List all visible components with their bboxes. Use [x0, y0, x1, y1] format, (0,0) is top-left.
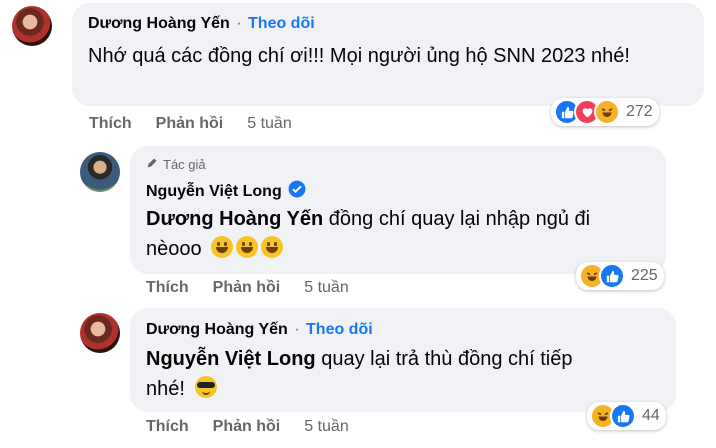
- grinning-emoji-icon: [261, 236, 284, 258]
- like-reaction-icon: [599, 263, 625, 289]
- avatar[interactable]: [80, 152, 120, 192]
- comment-text: Nhớ quá các đồng chí ơi!!! Mọi người ủng…: [88, 45, 630, 67]
- comment-bubble: Tác giả Nguyễn Việt Long Dương Hoàng Yến…: [130, 146, 666, 274]
- comment-actions: Thích Phản hồi 5 tuần: [146, 418, 349, 436]
- comment-bubble: Dương Hoàng Yến · Theo dõi Nhớ quá các đ…: [72, 3, 704, 106]
- separator: ·: [236, 15, 242, 32]
- reaction-count: 225: [631, 267, 658, 284]
- pencil-icon: [146, 156, 159, 172]
- reply-button[interactable]: Phản hồi: [213, 418, 281, 436]
- comment-text: quay lại trả thù đồng chí tiếp: [321, 348, 573, 370]
- like-button[interactable]: Thích: [146, 279, 189, 297]
- comment-actions: Thích Phản hồi 5 tuần: [89, 115, 292, 133]
- comment-timestamp[interactable]: 5 tuần: [247, 115, 291, 133]
- comment-bubble: Dương Hoàng Yến · Theo dõi Nguyễn Việt L…: [130, 308, 676, 412]
- sunglasses-emoji-icon: [194, 376, 217, 398]
- like-button[interactable]: Thích: [146, 418, 189, 436]
- separator: ·: [294, 321, 300, 338]
- reaction-summary[interactable]: 225: [576, 262, 664, 290]
- like-button[interactable]: Thích: [89, 115, 132, 133]
- verified-badge-icon: [288, 180, 306, 203]
- comment-timestamp[interactable]: 5 tuần: [304, 418, 348, 436]
- grinning-emoji-icon: [211, 236, 234, 258]
- reply-button[interactable]: Phản hồi: [156, 115, 224, 133]
- follow-link[interactable]: Theo dõi: [248, 15, 315, 32]
- comment-text: đồng chí quay lại nhập ngủ đi: [328, 208, 591, 230]
- comment-text-continued: nhé!: [146, 378, 185, 400]
- comment-text-continued: nèooo: [146, 238, 202, 260]
- author-tag: Tác giả: [163, 156, 206, 172]
- mention-link[interactable]: Dương Hoàng Yến: [146, 208, 323, 230]
- avatar[interactable]: [12, 6, 52, 46]
- haha-reaction-icon: [594, 99, 620, 125]
- reaction-summary[interactable]: 44: [587, 402, 666, 430]
- comment-timestamp[interactable]: 5 tuần: [304, 279, 348, 297]
- reaction-count: 44: [642, 407, 660, 424]
- follow-link[interactable]: Theo dõi: [306, 321, 373, 338]
- comment-author[interactable]: Dương Hoàng Yến: [88, 15, 230, 32]
- like-reaction-icon: [610, 403, 636, 429]
- reply-button[interactable]: Phản hồi: [213, 279, 281, 297]
- grinning-emoji-icon: [236, 236, 259, 258]
- comment-author[interactable]: Nguyễn Việt Long: [146, 183, 282, 201]
- mention-link[interactable]: Nguyễn Việt Long: [146, 348, 316, 370]
- avatar[interactable]: [80, 313, 120, 353]
- reaction-summary[interactable]: 272: [551, 98, 659, 126]
- comment-author[interactable]: Dương Hoàng Yến: [146, 321, 288, 338]
- reaction-count: 272: [626, 103, 653, 120]
- comment-actions: Thích Phản hồi 5 tuần: [146, 279, 349, 297]
